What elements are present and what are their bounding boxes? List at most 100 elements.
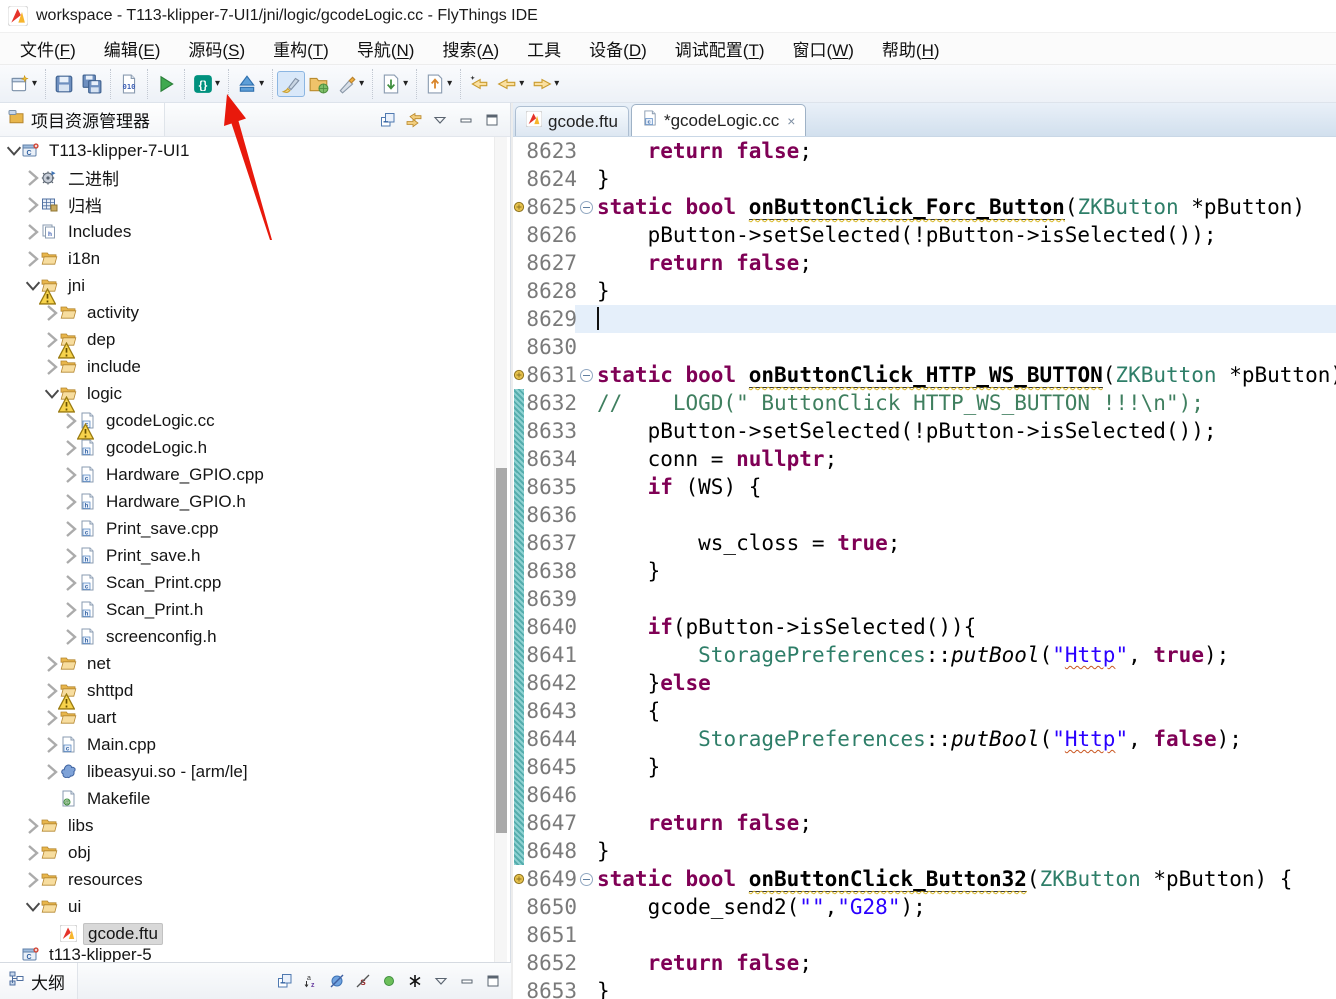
tree-item-screenconfig-h[interactable]: hscreenconfig.h <box>0 623 494 650</box>
menu-item-2[interactable]: 编辑(E) <box>90 33 175 64</box>
code-line-8626[interactable]: 8626 pButton->setSelected(!pButton->isSe… <box>513 221 1336 249</box>
tree-item--[interactable]: 归档 <box>0 191 494 218</box>
menu-item-10[interactable]: 窗口(W) <box>779 33 868 64</box>
save-all-button[interactable] <box>78 71 106 97</box>
binary-view-button[interactable]: 010 <box>115 71 143 97</box>
tree-item-gcode-ftu[interactable]: gcode.ftu <box>0 920 494 947</box>
code-line-8653[interactable]: 8653} <box>513 977 1336 999</box>
code-line-8646[interactable]: 8646 <box>513 781 1336 809</box>
code-line-8645[interactable]: 8645 } <box>513 753 1336 781</box>
chevron-right-icon[interactable] <box>63 521 79 537</box>
tree-item-print-save-h[interactable]: hPrint_save.h <box>0 542 494 569</box>
code-line-8628[interactable]: 8628} <box>513 277 1336 305</box>
chevron-right-icon[interactable] <box>25 818 41 834</box>
forward-button-dropdown[interactable]: ▾ <box>554 78 559 89</box>
open-project-button[interactable] <box>305 71 333 97</box>
minimize-icon[interactable] <box>459 973 475 989</box>
code-line-8631[interactable]: 8631static bool onButtonClick_HTTP_WS_BU… <box>513 361 1336 389</box>
code-line-8643[interactable]: 8643 { <box>513 697 1336 725</box>
editor-tab-gcode-ftu[interactable]: gcode.ftu <box>515 106 629 136</box>
chevron-right-icon[interactable] <box>63 575 79 591</box>
menu-item-1[interactable]: 文件(F) <box>6 33 90 64</box>
code-line-8642[interactable]: 8642 }else <box>513 669 1336 697</box>
fold-collapse-icon[interactable] <box>580 369 593 382</box>
code-line-8625[interactable]: 8625static bool onButtonClick_Forc_Butto… <box>513 193 1336 221</box>
menu-item-7[interactable]: 工具 <box>513 33 575 64</box>
tree-item-ui[interactable]: ui <box>0 893 494 920</box>
code-view[interactable]: 8623 return false;8624}8625static bool o… <box>513 137 1336 999</box>
tree-item-scan-print-cpp[interactable]: cScan_Print.cpp <box>0 569 494 596</box>
upload-file-button[interactable]: ▾ <box>421 71 456 97</box>
code-line-8640[interactable]: 8640 if(pButton->isSelected()){ <box>513 613 1336 641</box>
chevron-right-icon[interactable] <box>25 872 41 888</box>
fold-collapse-icon[interactable] <box>580 201 593 214</box>
chevron-right-icon[interactable] <box>44 359 60 375</box>
chevron-right-icon[interactable] <box>63 602 79 618</box>
tree-item-uart[interactable]: uart <box>0 704 494 731</box>
code-line-8650[interactable]: 8650 gcode_send2("","G28"); <box>513 893 1336 921</box>
tree-item-net[interactable]: net <box>0 650 494 677</box>
tree-item-i18n[interactable]: i18n <box>0 245 494 272</box>
tree-item-gcodelogic-h[interactable]: hgcodeLogic.h <box>0 434 494 461</box>
code-line-8638[interactable]: 8638 } <box>513 557 1336 585</box>
chevron-right-icon[interactable] <box>44 305 60 321</box>
deploy-button[interactable]: ▾ <box>233 71 268 97</box>
tree-item-obj[interactable]: obj <box>0 839 494 866</box>
tree-item-include[interactable]: include <box>0 353 494 380</box>
back-button[interactable]: ▾ <box>493 71 528 97</box>
hide-fields-icon[interactable] <box>329 973 345 989</box>
tree-item-shttpd[interactable]: shttpd <box>0 677 494 704</box>
chevron-right-icon[interactable] <box>25 224 41 240</box>
chevron-right-icon[interactable] <box>63 548 79 564</box>
code-line-8624[interactable]: 8624} <box>513 165 1336 193</box>
code-line-8639[interactable]: 8639 <box>513 585 1336 613</box>
tree-scrollbar[interactable] <box>494 137 507 962</box>
link-with-editor-icon[interactable] <box>406 112 422 128</box>
code-line-8632[interactable]: 8632// LOGD(" ButtonClick HTTP_WS_BUTTON… <box>513 389 1336 417</box>
new-wizard-button[interactable]: ▾ <box>6 71 41 97</box>
save-button[interactable] <box>50 71 78 97</box>
tree-item-main-cpp[interactable]: cMain.cpp <box>0 731 494 758</box>
code-line-8636[interactable]: 8636 <box>513 501 1336 529</box>
deploy-button-dropdown[interactable]: ▾ <box>259 78 264 89</box>
tree-item-print-save-cpp[interactable]: cPrint_save.cpp <box>0 515 494 542</box>
tree-item-hardware-gpio-h[interactable]: hHardware_GPIO.h <box>0 488 494 515</box>
tree-item-jni[interactable]: jni <box>0 272 494 299</box>
maximize-icon[interactable] <box>484 112 500 128</box>
upload-file-button-dropdown[interactable]: ▾ <box>447 78 452 89</box>
tree-item-t113-klipper-7-ui1[interactable]: CT113-klipper-7-UI1 <box>0 137 494 164</box>
format-code-button[interactable] <box>277 71 305 97</box>
chevron-right-icon[interactable] <box>44 737 60 753</box>
chevron-right-icon[interactable] <box>25 197 41 213</box>
tree-item-resources[interactable]: resources <box>0 866 494 893</box>
code-line-8647[interactable]: 8647 return false; <box>513 809 1336 837</box>
chevron-right-icon[interactable] <box>63 467 79 483</box>
code-line-8641[interactable]: 8641 StoragePreferences::putBool("Http",… <box>513 641 1336 669</box>
code-line-8652[interactable]: 8652 return false; <box>513 949 1336 977</box>
menu-item-6[interactable]: 搜索(A) <box>428 33 513 64</box>
forward-button[interactable]: ▾ <box>528 71 563 97</box>
code-line-8637[interactable]: 8637 ws_closs = true; <box>513 529 1336 557</box>
chevron-right-icon[interactable] <box>63 440 79 456</box>
chevron-right-icon[interactable] <box>44 764 60 780</box>
build-button[interactable]: {}▾ <box>189 71 224 97</box>
menu-item-11[interactable]: 帮助(H) <box>868 33 954 64</box>
fold-collapse-icon[interactable] <box>580 873 593 886</box>
editor-tab--gcodelogic-cc[interactable]: c*gcodeLogic.cc× <box>631 104 807 136</box>
tree-item-hardware-gpio-cpp[interactable]: cHardware_GPIO.cpp <box>0 461 494 488</box>
tree-item-scan-print-h[interactable]: hScan_Print.h <box>0 596 494 623</box>
menu-item-5[interactable]: 导航(N) <box>343 33 429 64</box>
chevron-down-icon[interactable] <box>25 899 41 915</box>
new-wizard-button-dropdown[interactable]: ▾ <box>32 78 37 89</box>
chevron-right-icon[interactable] <box>25 251 41 267</box>
chevron-right-icon[interactable] <box>25 845 41 861</box>
code-line-8648[interactable]: 8648} <box>513 837 1336 865</box>
tree-item-includes[interactable]: hIncludes <box>0 218 494 245</box>
menu-item-4[interactable]: 重构(T) <box>259 33 343 64</box>
tree-item-dep[interactable]: dep <box>0 326 494 353</box>
tree-scrollbar-thumb[interactable] <box>496 468 507 833</box>
code-line-8629[interactable]: 8629 <box>513 305 1336 333</box>
tree-item--[interactable]: 二进制 <box>0 164 494 191</box>
chevron-down-icon[interactable] <box>6 143 22 159</box>
chevron-right-icon[interactable] <box>44 656 60 672</box>
